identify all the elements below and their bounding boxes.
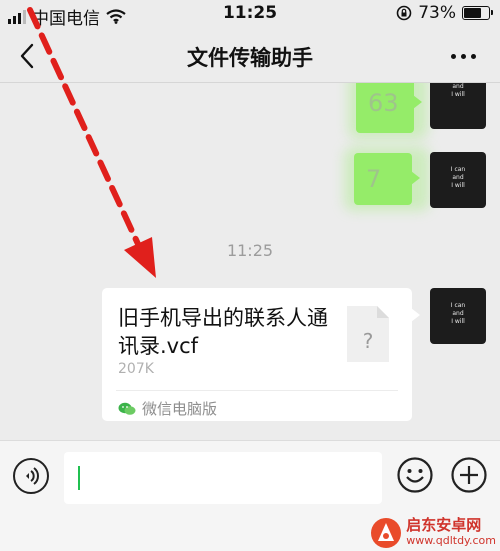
chat-title: 文件传输助手	[187, 46, 313, 70]
avatar-line: I will	[451, 182, 465, 189]
message-input[interactable]	[64, 452, 382, 504]
divider	[116, 390, 398, 391]
battery-percent: 73%	[418, 3, 456, 23]
status-bar: 中国电信 11:25 73%	[0, 0, 500, 30]
message-timestamp: 11:25	[226, 241, 274, 260]
avatar-line: I can	[450, 302, 466, 309]
message-bubble[interactable]: 63	[356, 83, 422, 133]
more-dots-icon	[451, 54, 456, 59]
rotation-lock-icon	[396, 5, 412, 21]
watermark-name: 启东安卓网	[406, 516, 482, 534]
avatar-line: I will	[451, 318, 465, 325]
wechat-icon	[118, 402, 136, 415]
status-right: 73%	[396, 3, 493, 23]
plus-icon	[451, 457, 487, 493]
input-bar	[0, 440, 500, 517]
avatar-line: I will	[451, 91, 465, 98]
bubble-text: 7	[366, 165, 382, 193]
message-bubble[interactable]: 7	[354, 153, 420, 205]
file-source-label: 微信电脑版	[142, 400, 218, 418]
battery-icon	[462, 6, 493, 20]
unknown-file-icon: ?	[345, 304, 391, 364]
chat-area[interactable]: 63 I can and I will 7 I can and I will 1…	[0, 83, 500, 439]
battery-fill	[464, 8, 481, 18]
avatar-line: and	[452, 310, 464, 317]
text-cursor	[78, 466, 80, 490]
file-message[interactable]: 旧手机导出的联系人通讯录.vcf 207K ? 微信电脑版	[102, 288, 420, 421]
avatar-line: and	[452, 83, 464, 90]
voice-icon	[26, 467, 39, 485]
file-icon-glyph: ?	[363, 329, 374, 353]
more-actions-button[interactable]	[450, 456, 488, 494]
file-name: 旧手机导出的联系人通讯录.vcf	[118, 306, 328, 358]
file-size: 207K	[118, 361, 154, 377]
watermark: 启东安卓网 www.qdltdy.com	[370, 517, 496, 549]
avatar[interactable]: I can and I will	[430, 152, 486, 208]
avatar-line: and	[452, 174, 464, 181]
emoji-icon	[397, 457, 433, 493]
avatar[interactable]: I can and I will	[430, 83, 486, 129]
avatar-line: I can	[450, 166, 466, 173]
emoji-button[interactable]	[396, 456, 434, 494]
file-source: 微信电脑版	[118, 398, 217, 419]
watermark-logo-icon	[371, 518, 402, 548]
more-button[interactable]	[451, 54, 476, 59]
watermark-url: www.qdltdy.com	[406, 534, 496, 547]
nav-bar: 文件传输助手	[0, 30, 500, 83]
avatar[interactable]: I can and I will	[430, 288, 486, 344]
voice-button[interactable]	[13, 458, 49, 494]
bubble-text: 63	[368, 89, 399, 117]
